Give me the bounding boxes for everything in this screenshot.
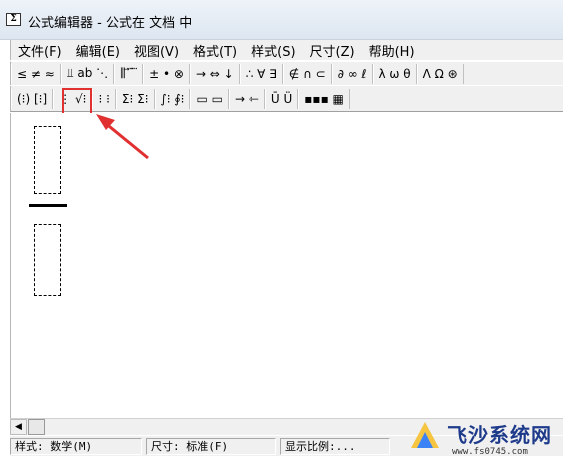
- menu-style[interactable]: 样式(S): [244, 41, 302, 60]
- equation-canvas[interactable]: [10, 113, 563, 418]
- menu-edit[interactable]: 编辑(E): [69, 41, 127, 60]
- underbar-overbar-templates-button[interactable]: ▭ ▭: [190, 88, 229, 109]
- product-templates-button[interactable]: Ū Ü: [264, 88, 299, 109]
- scroll-thumb[interactable]: [28, 419, 45, 435]
- watermark-title: 飞沙系统网: [447, 423, 552, 447]
- status-zoom: 显示比例:...: [280, 437, 390, 455]
- numerator-slot[interactable]: [34, 126, 61, 194]
- arrow-symbols-button[interactable]: → ⇔ ↓: [189, 63, 240, 84]
- operator-symbols-button[interactable]: ± • ⊗: [143, 63, 190, 84]
- equation-editor-window: Σ 公式编辑器 - 公式在 文档 中 文件(F) 编辑(E) 视图(V) 格式(…: [0, 0, 563, 466]
- misc-symbols-button[interactable]: ∂ ∞ ℓ: [331, 63, 373, 84]
- integral-templates-button[interactable]: ∫⁝ ∮⁝: [154, 88, 191, 109]
- title-bar: Σ 公式编辑器 - 公式在 文档 中: [0, 0, 563, 40]
- menu-size[interactable]: 尺寸(Z): [303, 41, 362, 60]
- denominator-slot[interactable]: [34, 224, 61, 296]
- spaces-ellipses-button[interactable]: ⫫ ab ⋱: [60, 63, 115, 84]
- app-icon: Σ: [6, 13, 21, 26]
- logical-symbols-button[interactable]: ∴ ∀ ∃: [239, 63, 283, 84]
- menu-view[interactable]: 视图(V): [127, 41, 186, 60]
- fence-templates-button[interactable]: (⁝) [⁝]: [11, 88, 54, 109]
- matrix-templates-button[interactable]: ▪▪▪ ▦: [298, 88, 350, 109]
- menu-help[interactable]: 帮助(H): [362, 41, 422, 60]
- greek-uppercase-button[interactable]: Λ Ω ⊛: [416, 63, 464, 84]
- labeled-arrow-templates-button[interactable]: → ⇽: [228, 88, 265, 109]
- scroll-left-icon[interactable]: ◀: [10, 419, 27, 435]
- relational-symbols-button[interactable]: ≤ ≠ ≈: [11, 63, 61, 84]
- fraction-bar: [29, 204, 67, 207]
- symbol-toolbar: ≤ ≠ ≈ ⫫ ab ⋱ ⫼ ⃗ ⃛ ⃛ ± • ⊗ → ⇔ ↓ ∴ ∀ ∃ ∉…: [10, 61, 563, 85]
- status-size: 尺寸: 标准(F): [146, 437, 276, 455]
- menu-bar: 文件(F) 编辑(E) 视图(V) 格式(T) 样式(S) 尺寸(Z) 帮助(H…: [10, 40, 563, 60]
- watermark-url: www.fs0745.com: [452, 447, 528, 457]
- watermark-logo-icon: [411, 422, 439, 448]
- fraction-template-highlight: [62, 88, 92, 115]
- greek-lowercase-button[interactable]: λ ω θ: [372, 63, 417, 84]
- template-toolbar: (⁝) [⁝] ⋮ √⁝ ⁝ ⁝ Σ⁝ Σ⁝ ∫⁝ ∮⁝ ▭ ▭ → ⇽ Ū Ü…: [10, 86, 563, 112]
- subscript-superscript-templates-button[interactable]: ⁝ ⁝: [92, 88, 116, 109]
- window-title: 公式编辑器 - 公式在 文档 中: [28, 16, 193, 31]
- summation-templates-button[interactable]: Σ⁝ Σ⁝: [115, 88, 155, 109]
- embellishments-button[interactable]: ⫼ ⃗ ⃛ ⃛: [114, 63, 144, 84]
- menu-format[interactable]: 格式(T): [186, 41, 244, 60]
- set-theory-symbols-button[interactable]: ∉ ∩ ⊂: [282, 63, 332, 84]
- menu-file[interactable]: 文件(F): [11, 41, 69, 60]
- status-style: 样式: 数学(M): [10, 437, 142, 455]
